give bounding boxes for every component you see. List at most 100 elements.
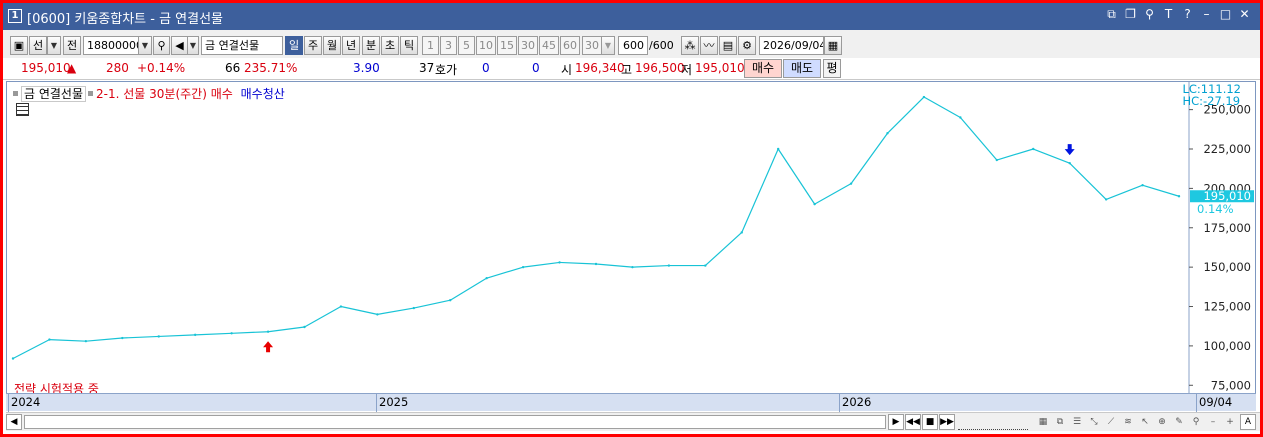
- series-segment: [959, 117, 998, 161]
- pin-icon[interactable]: ⚲: [1142, 7, 1157, 22]
- high-label: 고: [621, 63, 633, 77]
- period-minute[interactable]: 분: [362, 36, 380, 55]
- interval-15[interactable]: 15: [497, 36, 517, 55]
- buy-button[interactable]: 매수: [744, 59, 782, 78]
- search-icon[interactable]: ⚲: [153, 36, 170, 55]
- period-day[interactable]: 일: [285, 36, 303, 55]
- settings-icon[interactable]: ⚙: [738, 36, 756, 55]
- x-tick-label: 09/04: [1195, 394, 1233, 412]
- legend-exit[interactable]: 매수청산: [241, 87, 285, 101]
- interval-60[interactable]: 60: [560, 36, 580, 55]
- layout-icon[interactable]: ▣: [10, 36, 28, 55]
- zoom-in-icon[interactable]: ⊕: [1155, 415, 1169, 429]
- font-icon[interactable]: T: [1161, 7, 1176, 22]
- interval-45[interactable]: 45: [539, 36, 559, 55]
- period-year[interactable]: 년: [342, 36, 360, 55]
- window-icon[interactable]: ❐: [1123, 7, 1138, 22]
- code-input[interactable]: 18800000: [83, 36, 139, 55]
- speaker-dropdown-icon[interactable]: ▼: [187, 36, 199, 55]
- arrow-tool-icon[interactable]: ↖: [1138, 415, 1152, 429]
- jeon-button[interactable]: 전: [63, 36, 81, 55]
- mode-select[interactable]: 선: [29, 36, 47, 55]
- period-week[interactable]: 주: [304, 36, 322, 55]
- average-button[interactable]: 평: [823, 59, 841, 78]
- sell-button[interactable]: 매도: [783, 59, 821, 78]
- fast-forward-icon[interactable]: ▶▶: [939, 414, 955, 430]
- mode-dropdown-icon[interactable]: ▼: [47, 36, 61, 55]
- count-input[interactable]: 600: [618, 36, 648, 55]
- table-icon[interactable]: [16, 103, 29, 116]
- data-point: [339, 305, 343, 308]
- interval-30[interactable]: 30: [518, 36, 538, 55]
- indicator-icon[interactable]: ⁂: [681, 36, 699, 55]
- edit-icon[interactable]: ✎: [1172, 415, 1186, 429]
- legend-instrument[interactable]: 금 연결선물: [21, 86, 87, 102]
- plus-icon[interactable]: +: [1223, 415, 1237, 429]
- interval-3[interactable]: 3: [440, 36, 457, 55]
- low-label: 저: [681, 63, 693, 77]
- zoom-slider[interactable]: [958, 414, 1028, 430]
- period-second[interactable]: 초: [381, 36, 399, 55]
- rewind-icon[interactable]: ◀◀: [905, 414, 921, 430]
- stop-icon[interactable]: ■: [922, 414, 938, 430]
- scroll-track[interactable]: [24, 415, 886, 429]
- copy-icon[interactable]: ⧉: [1053, 415, 1067, 429]
- minimize-icon[interactable]: –: [1199, 7, 1214, 22]
- speaker-icon[interactable]: ◀: [171, 36, 188, 55]
- line-icon[interactable]: ⟋: [1104, 415, 1118, 429]
- list-icon[interactable]: ☰: [1070, 415, 1084, 429]
- auto-scale-icon[interactable]: A: [1240, 414, 1256, 430]
- scroll-left-icon[interactable]: ◀: [6, 414, 22, 430]
- trend-icon[interactable]: ⤡: [1087, 415, 1101, 429]
- date-input[interactable]: 2026/09/04: [759, 36, 824, 55]
- grid-icon[interactable]: ▦: [1036, 415, 1050, 429]
- title-bar: 1 [0600] 키움종합차트 - 금 연결선물 ⧉ ❐ ⚲ T ? – □ ✕: [3, 3, 1260, 30]
- play-icon[interactable]: ▶: [888, 414, 904, 430]
- count-total: /600: [649, 39, 674, 52]
- screen-number-badge[interactable]: 1: [8, 9, 22, 23]
- x-tick-label: 2025: [375, 394, 409, 412]
- current-change-pct: 0.14%: [1197, 202, 1234, 216]
- bid-value: 0: [482, 61, 490, 75]
- save-icon[interactable]: ▤: [719, 36, 737, 55]
- interval-1[interactable]: 1: [422, 36, 439, 55]
- interval-5[interactable]: 5: [458, 36, 475, 55]
- code-dropdown-icon[interactable]: ▼: [138, 36, 152, 55]
- current-price-label: 195,010: [1203, 189, 1251, 203]
- interval-dropdown-icon[interactable]: ▼: [601, 36, 615, 55]
- price-chart[interactable]: 75,000 100,000 125,000 150,000 175,000 200,00…: [6, 81, 1256, 409]
- data-point: [1032, 147, 1035, 151]
- close-icon[interactable]: ✕: [1237, 7, 1252, 22]
- series-segment: [413, 299, 451, 309]
- series-segment: [595, 263, 633, 268]
- interval-input[interactable]: 30: [582, 36, 602, 55]
- series-segment: [814, 183, 852, 205]
- help-icon[interactable]: ?: [1180, 7, 1195, 22]
- data-point: [449, 299, 452, 302]
- low-price: 195,010: [695, 61, 745, 75]
- x-tick-label: 2026: [838, 394, 872, 412]
- interval-10[interactable]: 10: [476, 36, 496, 55]
- chart-scrollbar[interactable]: ◀ ▶ ◀◀ ■ ▶▶ ▦ ⧉ ☰ ⤡ ⟋ ≋ ↖ ⊕ ✎ ⚲ – + A: [6, 412, 1260, 431]
- series-segment: [632, 264, 669, 268]
- data-point: [704, 264, 707, 267]
- magnifier-icon[interactable]: ⚲: [1189, 415, 1203, 429]
- period-tick[interactable]: 틱: [400, 36, 418, 55]
- period-month[interactable]: 월: [323, 36, 341, 55]
- data-point: [11, 357, 15, 360]
- series-segment: [923, 96, 961, 119]
- minus-icon[interactable]: –: [1206, 415, 1220, 429]
- data-point: [230, 332, 233, 335]
- fib-icon[interactable]: ≋: [1121, 415, 1135, 429]
- series-segment: [195, 332, 232, 336]
- current-price: 195,010: [21, 61, 71, 75]
- link-icon[interactable]: ⧉: [1104, 7, 1119, 22]
- maximize-icon[interactable]: □: [1218, 7, 1233, 22]
- legend-strategy[interactable]: 2-1. 선물 30분(주간) 매수: [96, 87, 233, 101]
- hc-value: HC:-27.19: [1182, 94, 1241, 108]
- y-tick-label: 125,000: [1203, 300, 1251, 314]
- series-segment: [559, 261, 597, 265]
- draw-tool-icon[interactable]: 〰: [700, 36, 718, 55]
- calendar-icon[interactable]: ▦: [824, 36, 842, 55]
- data-point: [558, 261, 561, 264]
